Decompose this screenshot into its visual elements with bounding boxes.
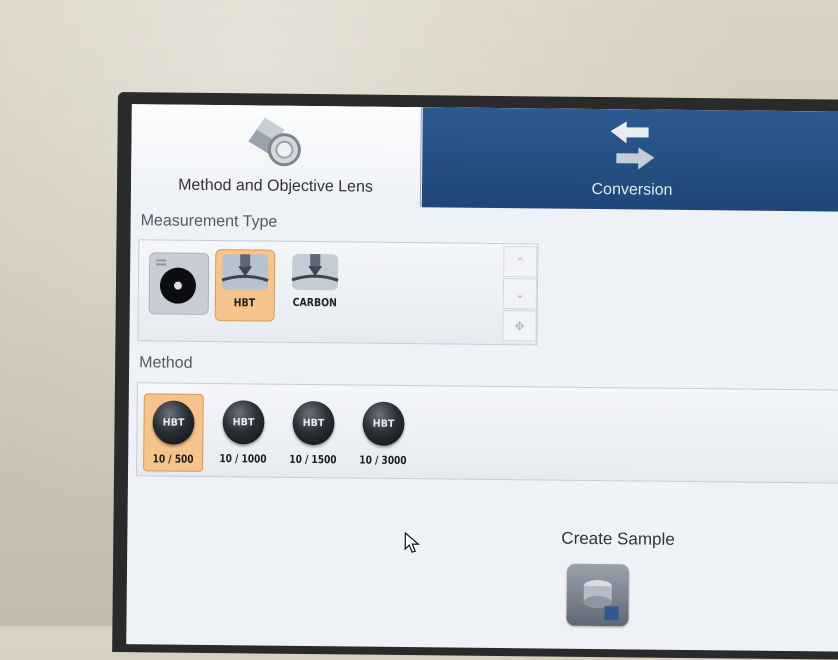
measurement-optical-button[interactable] — [148, 252, 210, 315]
method-10-500-button[interactable]: HBT 10 / 500 — [143, 393, 204, 472]
create-sample-label: Create Sample — [561, 528, 675, 549]
hbt-ball-icon: HBT — [292, 400, 335, 446]
tab-bar: Method and Objective Lens Conversion — [130, 104, 838, 212]
measurement-label: CARBON — [292, 295, 337, 310]
tab-label: Conversion — [591, 180, 673, 199]
measurement-label: HBT — [234, 296, 256, 310]
sample-save-icon — [583, 580, 619, 621]
scroll-down-button[interactable]: ⌄ — [502, 278, 538, 310]
mouse-cursor-icon — [404, 532, 420, 553]
hbt-ball-icon: HBT — [362, 401, 405, 447]
method-10-1500-button[interactable]: HBT 10 / 1500 — [283, 395, 344, 474]
method-10-3000-button[interactable]: HBT 10 / 3000 — [353, 395, 414, 474]
method-label-text: 10 / 3000 — [359, 453, 407, 468]
method-10-1000-button[interactable]: HBT 10 / 1000 — [213, 394, 274, 473]
move-cross-button[interactable]: ✥ — [502, 310, 537, 342]
measurement-carbon-button[interactable]: CARBON — [285, 250, 346, 323]
monitor-bezel: Method and Objective Lens Conversion Mea… — [112, 92, 838, 660]
tab-method-objective-lens[interactable]: Method and Objective Lens — [130, 104, 422, 208]
arrows-exchange-icon — [610, 121, 655, 170]
measurement-type-panel: HBT CARBON ⌃ ⌄ ✥ — [137, 239, 539, 346]
scroll-up-button[interactable]: ⌃ — [503, 246, 538, 278]
method-label-text: 10 / 1000 — [219, 452, 267, 466]
lens-icon — [247, 117, 301, 167]
measurement-type-label: Measurement Type — [140, 212, 278, 231]
method-label: Method — [139, 354, 193, 372]
hbt-ball-icon: HBT — [222, 400, 265, 445]
method-panel: HBT 10 / 500 HBT 10 / 1000 HBT 10 / 1500… — [135, 382, 838, 484]
method-label-text: 10 / 1500 — [289, 452, 337, 467]
measurement-hbt-button[interactable]: HBT — [214, 249, 276, 322]
tab-label: Method and Objective Lens — [178, 176, 373, 196]
tab-conversion[interactable]: Conversion — [421, 107, 838, 212]
indenter-icon — [221, 254, 269, 291]
method-label-text: 10 / 500 — [152, 452, 194, 466]
indenter-icon — [291, 253, 339, 291]
hbt-ball-icon: HBT — [152, 400, 195, 445]
optical-lens-icon — [156, 259, 196, 304]
app-screen: Method and Objective Lens Conversion Mea… — [126, 104, 838, 652]
create-sample-button[interactable] — [566, 563, 630, 627]
